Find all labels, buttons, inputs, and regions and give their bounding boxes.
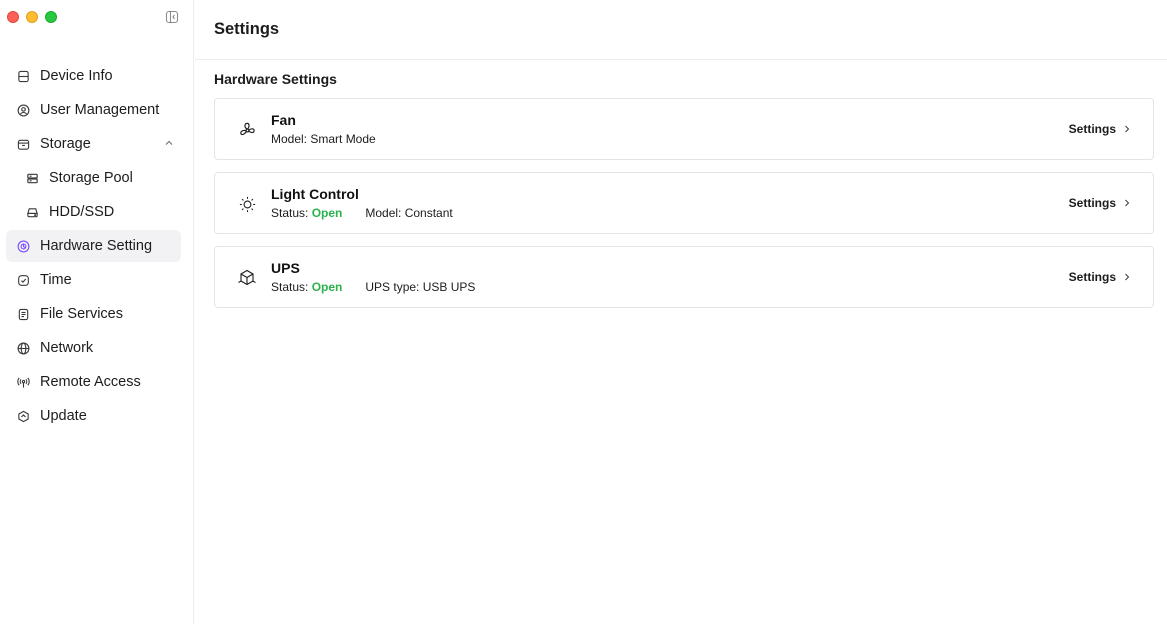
zoom-window-button[interactable] <box>45 11 57 23</box>
sidebar-item-update[interactable]: Update <box>6 400 181 432</box>
storage-icon <box>16 137 30 151</box>
light-model-text: Model: Constant <box>365 206 453 220</box>
sidebar-item-label: Hardware Setting <box>40 238 153 254</box>
sun-icon <box>236 193 258 215</box>
fan-settings-button[interactable]: Settings <box>1069 122 1131 136</box>
ups-icon <box>236 267 258 289</box>
chevron-right-icon <box>1125 125 1130 133</box>
sidebar-item-time[interactable]: Time <box>6 264 181 296</box>
page-header: Settings <box>195 0 1167 60</box>
sidebar-item-label: Device Info <box>40 68 113 84</box>
globe-icon <box>16 341 30 355</box>
card-details: Model: Smart Mode <box>271 132 376 146</box>
file-icon <box>16 307 30 321</box>
settings-label: Settings <box>1068 196 1116 210</box>
settings-label: Settings <box>1068 270 1116 284</box>
sidebar: Device Info User Management Storage Stor… <box>0 0 194 624</box>
chevron-right-icon <box>1125 273 1130 281</box>
user-icon <box>16 103 30 117</box>
settings-label: Settings <box>1068 122 1116 136</box>
sidebar-item-label: Storage <box>40 136 91 152</box>
status-value: Open <box>311 206 343 220</box>
card-details: Status: Open Model: Constant <box>271 206 453 220</box>
light-control-settings-button[interactable]: Settings <box>1069 196 1131 210</box>
sidebar-nav: Device Info User Management Storage Stor… <box>6 60 181 434</box>
clock-icon <box>16 273 30 287</box>
ups-type-text: UPS type: USB UPS <box>365 280 476 294</box>
sidebar-item-label: HDD/SSD <box>49 204 115 220</box>
ups-settings-button[interactable]: Settings <box>1069 270 1131 284</box>
antenna-icon <box>16 375 30 389</box>
sidebar-item-label: File Services <box>40 306 123 322</box>
device-icon <box>16 69 30 83</box>
minimize-window-button[interactable] <box>26 11 38 23</box>
sidebar-item-label: Remote Access <box>40 374 141 390</box>
page-title: Settings <box>214 20 280 38</box>
card-title: Fan <box>271 112 296 128</box>
update-icon <box>16 409 30 423</box>
window-controls <box>7 11 57 23</box>
hardware-icon <box>16 239 30 253</box>
sidebar-item-user-management[interactable]: User Management <box>6 94 181 126</box>
storage-pool-icon <box>25 171 39 185</box>
card-title: Light Control <box>271 186 359 202</box>
fan-icon <box>236 119 258 141</box>
chevron-right-icon <box>1125 199 1130 207</box>
sidebar-item-device-info[interactable]: Device Info <box>6 60 181 92</box>
fan-model-text: Model: Smart Mode <box>271 132 376 146</box>
status-label: Status: <box>271 206 312 220</box>
sidebar-toggle-icon[interactable] <box>165 10 179 24</box>
sidebar-item-label: Storage Pool <box>49 170 133 186</box>
sidebar-item-hdd-ssd[interactable]: HDD/SSD <box>6 196 181 228</box>
sidebar-item-storage-pool[interactable]: Storage Pool <box>6 162 181 194</box>
light-status: Status: Open <box>271 206 342 220</box>
fan-card: Fan Model: Smart Mode Settings <box>214 98 1154 160</box>
status-label: Status: <box>271 280 312 294</box>
card-title: UPS <box>271 260 300 276</box>
sidebar-item-hardware-setting[interactable]: Hardware Setting <box>6 230 181 262</box>
card-details: Status: Open UPS type: USB UPS <box>271 280 475 294</box>
chevron-up-icon[interactable] <box>163 137 175 149</box>
sidebar-item-remote-access[interactable]: Remote Access <box>6 366 181 398</box>
sidebar-item-storage[interactable]: Storage <box>6 128 181 160</box>
ups-card: UPS Status: Open UPS type: USB UPS Setti… <box>214 246 1154 308</box>
close-window-button[interactable] <box>7 11 19 23</box>
sidebar-item-network[interactable]: Network <box>6 332 181 364</box>
status-value: Open <box>311 280 343 294</box>
ups-status: Status: Open <box>271 280 342 294</box>
hdd-icon <box>25 205 39 219</box>
section-title: Hardware Settings <box>214 71 337 87</box>
main-content: Settings Hardware Settings Fan Model: Sm… <box>195 0 1167 624</box>
sidebar-item-file-services[interactable]: File Services <box>6 298 181 330</box>
sidebar-item-label: Network <box>40 340 94 356</box>
sidebar-item-label: User Management <box>40 102 160 118</box>
sidebar-item-label: Update <box>40 408 87 424</box>
light-control-card: Light Control Status: Open Model: Consta… <box>214 172 1154 234</box>
sidebar-item-label: Time <box>40 272 72 288</box>
